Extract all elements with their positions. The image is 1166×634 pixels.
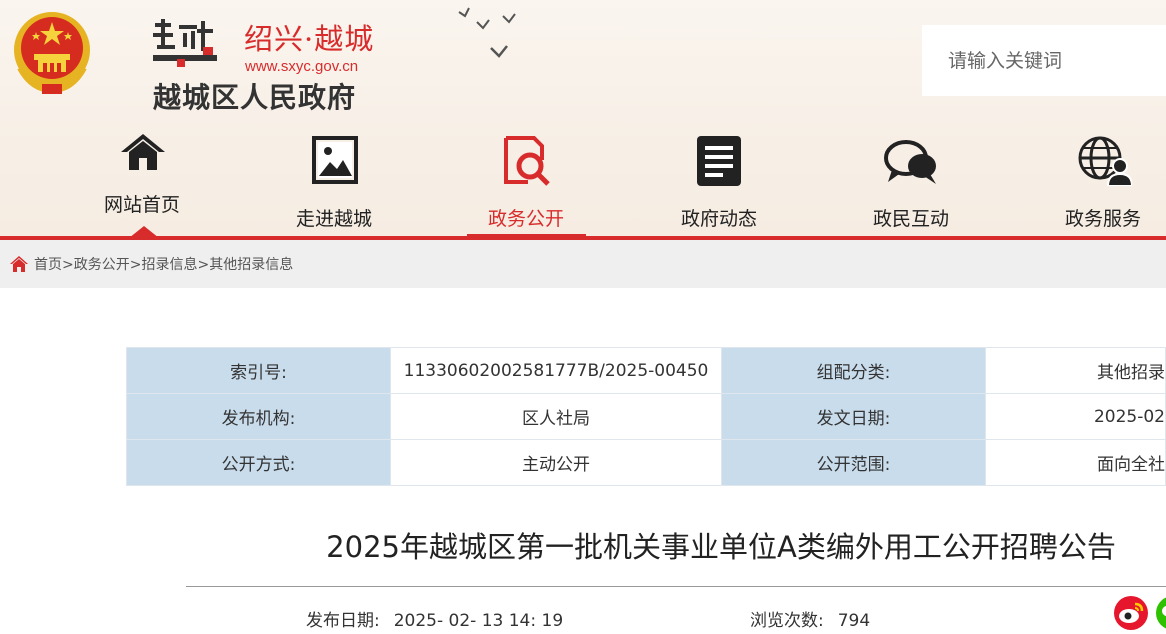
document-meta-table: 索引号: 11330602002581777B/2025-00450 组配分类:… [126,347,1166,486]
nav-item-interaction[interactable]: 政民互动 [846,128,976,236]
nav-label-services: 政务服务 [1064,208,1141,230]
meta-value-scope: 面向全社 [985,439,1166,486]
search-box [922,25,1166,96]
yue-calligraphy-logo [153,19,217,67]
meta-value-issue-date: 2025-02 [985,393,1166,440]
breadcrumb-home-icon[interactable] [10,256,28,272]
site-header: 绍兴·越城 www.sxyc.gov.cn 越城区人民政府 网站首页 走进越城 [0,0,1166,240]
meta-value-category: 其他招录 [985,347,1166,394]
meta-label-publisher: 发布机构: [126,393,391,440]
meta-label-index: 索引号: [126,347,391,394]
nav-label-interaction: 政民互动 [872,208,949,230]
nav-item-news[interactable]: 政府动态 [654,128,784,236]
meta-label-disclosure-mode: 公开方式: [126,439,391,486]
news-document-icon [697,136,741,186]
weibo-icon[interactable] [1113,595,1149,631]
view-count-info: 浏览次数: 794 [750,606,870,631]
meta-label-scope: 公开范围: [721,439,986,486]
breadcrumb-home[interactable]: 首页 [34,257,62,273]
national-emblem-icon [14,12,90,94]
views-count: 794 [837,611,871,631]
table-row: 发布机构: 区人社局 发文日期: 2025-02 [126,393,1166,440]
wechat-icon[interactable] [1155,595,1166,631]
landscape-picture-icon [312,136,358,184]
meta-label-category: 组配分类: [721,347,986,394]
birds-decoration-icon [458,7,516,58]
site-url: www.sxyc.gov.cn [245,58,359,75]
home-icon [121,134,165,170]
search-input[interactable] [922,25,1166,96]
publish-info: 发布日期: 2025- 02- 13 14: 19 [306,606,563,631]
breadcrumb-separator: > [62,257,74,273]
nav-label-about: 走进越城 [295,208,372,230]
table-row: 公开方式: 主动公开 公开范围: 面向全社 [126,439,1166,486]
nav-item-open-government[interactable]: 政务公开 [461,128,591,236]
article-title: 2025年越城区第一批机关事业单位A类编外用工公开招聘公告 [326,530,1116,564]
meta-value-index: 11330602002581777B/2025-00450 [390,347,722,394]
nav-item-services[interactable]: 政务服务 [1038,128,1166,236]
breadcrumb-separator: > [197,257,210,273]
views-label: 浏览次数: [750,611,824,631]
title-divider [186,586,1166,587]
nav-label-news: 政府动态 [680,208,757,230]
nav-item-home[interactable]: 网站首页 [77,128,207,238]
nav-label-open-government: 政务公开 [487,208,564,230]
nav-item-about[interactable]: 走进越城 [269,128,399,236]
breadcrumb-separator: > [129,257,142,273]
nav-label-home: 网站首页 [103,194,180,216]
breadcrumb-recruitment[interactable]: 招录信息 [141,257,197,273]
globe-user-icon [1078,136,1132,186]
breadcrumb-trail: 首页>政务公开>招录信息>其他招录信息 [34,254,293,274]
city-name: 绍兴·越城 [244,22,375,56]
meta-value-publisher: 区人社局 [390,393,722,440]
meta-value-disclosure-mode: 主动公开 [390,439,722,486]
publish-label: 发布日期: [306,611,380,631]
publish-date: 2025- 02- 13 14: 19 [393,611,564,631]
breadcrumb-other-recruitment[interactable]: 其他招录信息 [209,257,293,273]
gov-name: 越城区人民政府 [153,81,357,114]
table-row: 索引号: 11330602002581777B/2025-00450 组配分类:… [126,347,1166,394]
breadcrumb: 首页>政务公开>招录信息>其他招录信息 [0,240,1166,288]
breadcrumb-open-government[interactable]: 政务公开 [74,257,130,273]
search-document-icon [504,136,550,186]
chat-bubbles-icon [884,140,936,184]
meta-label-issue-date: 发文日期: [721,393,986,440]
